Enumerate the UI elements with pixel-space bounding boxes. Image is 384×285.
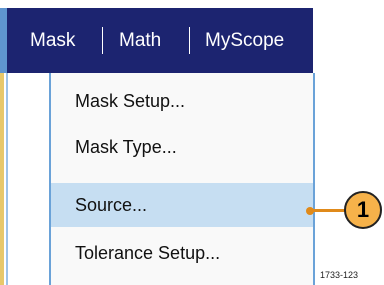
figure-id: 1733-123 bbox=[320, 270, 359, 280]
menu-math[interactable]: Math bbox=[119, 30, 161, 52]
left-rail bbox=[0, 73, 4, 285]
menu-item-source[interactable]: Source... bbox=[51, 183, 313, 227]
menu-item-mask-type[interactable]: Mask Type... bbox=[51, 125, 313, 169]
callout-badge: 1 bbox=[344, 191, 382, 229]
menu-separator bbox=[102, 27, 103, 54]
menu-mask[interactable]: Mask bbox=[30, 30, 75, 52]
menu-bar-accent bbox=[0, 8, 7, 73]
menu-item-mask-setup[interactable]: Mask Setup... bbox=[51, 79, 313, 123]
menu-item-tolerance-setup[interactable]: Tolerance Setup... bbox=[51, 231, 313, 275]
menu-separator bbox=[189, 27, 190, 54]
mask-dropdown-menu: Mask Setup... Mask Type... Source... Tol… bbox=[49, 73, 315, 285]
menu-bar: Mask Math MyScope bbox=[0, 8, 316, 73]
left-rail-line bbox=[6, 73, 8, 285]
callout-connector-dot bbox=[306, 207, 314, 215]
menu-myscope[interactable]: MyScope bbox=[205, 30, 284, 52]
menu-bar-edge bbox=[313, 8, 316, 73]
